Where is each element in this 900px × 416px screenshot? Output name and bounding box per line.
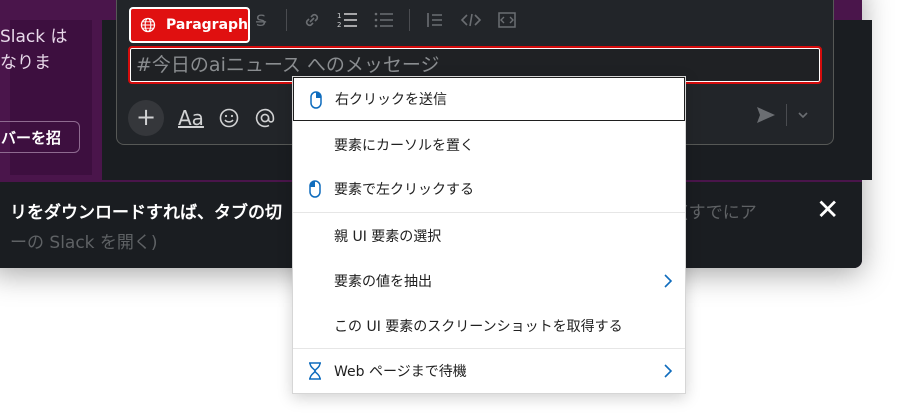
mention-icon[interactable] — [254, 107, 276, 129]
chevron-right-icon — [664, 364, 673, 378]
paragraph-chip-label: Paragraph — [165, 17, 248, 33]
chevron-right-icon — [664, 274, 673, 288]
invite-members-button[interactable]: バーを招 — [0, 121, 80, 153]
menu-item-label: 要素にカーソルを置く — [334, 138, 474, 154]
sidebar-text-line2: なりま — [0, 53, 51, 73]
banner-main-text: リをダウンロードすれば、タブの切 — [10, 203, 282, 223]
menu-item-wait-for-page[interactable]: Web ページまで待機 — [293, 349, 685, 393]
menu-item-label: 要素の値を抽出 — [334, 274, 432, 290]
add-attachment-button[interactable]: + — [128, 100, 164, 136]
composer-actions: + Aa — [128, 100, 276, 136]
close-icon[interactable]: ✕ — [816, 196, 839, 224]
toolbar-divider — [286, 9, 287, 31]
banner-secondary-text: (すでにア — [682, 203, 757, 223]
svg-text:2: 2 — [337, 21, 341, 29]
format-text-button[interactable]: Aa — [178, 106, 204, 130]
menu-item-take-screenshot[interactable]: この UI 要素のスクリーンショットを取得する — [293, 304, 685, 348]
message-input-placeholder: #今日のaiニュース へのメッセージ — [136, 54, 440, 76]
code-icon[interactable] — [460, 10, 482, 30]
menu-item-label: この UI 要素のスクリーンショットを取得する — [334, 319, 623, 335]
send-area — [756, 104, 809, 126]
emoji-icon[interactable] — [218, 107, 240, 129]
paragraph-chip[interactable]: Paragraph — [129, 7, 250, 43]
menu-item-send-right-click[interactable]: 右クリックを送信 — [293, 77, 685, 121]
send-icon[interactable] — [756, 106, 776, 124]
chevron-down-icon[interactable] — [797, 110, 809, 120]
mouse-right-click-icon — [310, 91, 322, 109]
code-block-icon[interactable] — [496, 10, 518, 30]
menu-item-label: 右クリックを送信 — [335, 92, 447, 108]
mouse-left-click-icon — [309, 180, 321, 198]
menu-item-label: 親 UI 要素の選択 — [334, 229, 442, 245]
format-toolbar: S̶ 12 — [250, 7, 518, 33]
send-divider — [786, 104, 787, 126]
invite-members-label: バーを招 — [0, 128, 61, 147]
toolbar-divider — [409, 9, 410, 31]
menu-separator — [293, 212, 685, 213]
context-menu: 右クリックを送信 要素にカーソルを置く 要素で左クリックする 親 UI 要素の選… — [292, 76, 686, 394]
menu-item-select-parent[interactable]: 親 UI 要素の選択 — [293, 214, 685, 258]
blockquote-icon[interactable] — [424, 10, 446, 30]
menu-item-label: Web ページまで待機 — [334, 364, 467, 380]
globe-icon — [140, 17, 156, 33]
numbered-list-icon[interactable]: 12 — [337, 10, 359, 30]
banner-open-link[interactable]: ーの Slack を開く) — [10, 228, 158, 253]
link-icon[interactable] — [301, 10, 323, 30]
menu-item-left-click-element[interactable]: 要素で左クリックする — [293, 167, 685, 211]
bulleted-list-icon[interactable] — [373, 10, 395, 30]
hourglass-icon — [309, 362, 321, 380]
sidebar-text-line1: Slack は — [0, 27, 68, 47]
menu-item-hover-element[interactable]: 要素にカーソルを置く — [293, 123, 685, 167]
menu-item-extract-value[interactable]: 要素の値を抽出 — [293, 259, 685, 303]
svg-text:1: 1 — [337, 12, 341, 20]
strikethrough-icon[interactable]: S̶ — [250, 11, 272, 30]
menu-item-label: 要素で左クリックする — [334, 182, 474, 198]
